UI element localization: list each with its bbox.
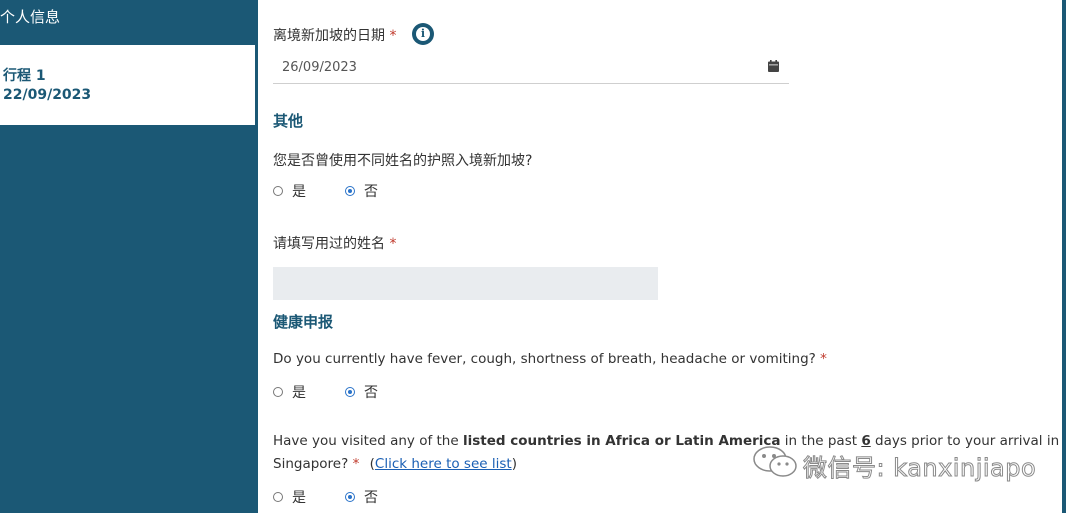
radio-yes-label: 是 bbox=[292, 184, 306, 200]
previous-name-input[interactable] bbox=[273, 267, 658, 300]
health-section-title: 健康申报 bbox=[273, 313, 334, 331]
paren-close: ) bbox=[511, 456, 517, 472]
radio-no-label: 否 bbox=[364, 490, 378, 506]
radio-option-no[interactable]: 否 bbox=[345, 181, 378, 201]
health-question-symptoms: Do you currently have fever, cough, shor… bbox=[273, 351, 827, 367]
travel-question-part1: Have you visited any of the bbox=[273, 433, 463, 449]
trip-name: 行程 1 bbox=[3, 68, 46, 84]
departure-date-value: 26/09/2023 bbox=[282, 60, 357, 75]
radio-yes[interactable] bbox=[273, 387, 283, 397]
departure-date-label: 离境新加坡的日期 * bbox=[273, 25, 396, 45]
calendar-icon[interactable] bbox=[768, 60, 779, 72]
sidebar: 个人信息 行程 1 22/09/2023 bbox=[0, 0, 258, 513]
previous-name-label-text: 请填写用过的姓名 bbox=[273, 236, 385, 252]
watermark-text: 微信号: kanxinjiapo bbox=[802, 454, 1037, 483]
trip-card[interactable]: 行程 1 22/09/2023 bbox=[0, 45, 255, 125]
radio-no-label: 否 bbox=[364, 385, 378, 401]
required-mark: * bbox=[352, 456, 360, 472]
required-mark: * bbox=[820, 351, 827, 367]
required-mark: * bbox=[389, 28, 397, 44]
content-border bbox=[1062, 0, 1066, 513]
other-passport-question: 您是否曾使用不同姓名的护照入境新加坡? bbox=[273, 153, 533, 169]
radio-yes-label: 是 bbox=[292, 490, 306, 506]
radio-option-yes[interactable]: 是 bbox=[273, 382, 306, 402]
info-icon[interactable]: i bbox=[412, 23, 434, 45]
radio-no-label: 否 bbox=[364, 184, 378, 200]
see-list-link[interactable]: Click here to see list bbox=[375, 456, 512, 472]
wechat-icon bbox=[753, 446, 797, 477]
health-question-symptoms-text: Do you currently have fever, cough, shor… bbox=[273, 351, 816, 367]
previous-name-label: 请填写用过的姓名 * bbox=[273, 233, 396, 253]
radio-no[interactable] bbox=[345, 387, 355, 397]
radio-option-yes[interactable]: 是 bbox=[273, 487, 306, 507]
form-main: 离境新加坡的日期 * i 26/09/2023 其他 您是否曾使用不同姓名的护照… bbox=[273, 0, 1060, 513]
health-question-travel-line2: Singapore? * (Click here to see list) bbox=[273, 456, 517, 472]
radio-option-no[interactable]: 否 bbox=[345, 382, 378, 402]
radio-yes-label: 是 bbox=[292, 385, 306, 401]
travel-question-line2: Singapore? bbox=[273, 456, 349, 472]
travel-question-part3: days prior to your arrival in bbox=[870, 433, 1060, 449]
travel-question-days: 6 bbox=[861, 433, 871, 449]
radio-yes[interactable] bbox=[273, 492, 283, 502]
info-icon-glyph: i bbox=[416, 27, 430, 41]
radio-no[interactable] bbox=[345, 492, 355, 502]
trip-date: 22/09/2023 bbox=[3, 87, 92, 103]
radio-option-no[interactable]: 否 bbox=[345, 487, 378, 507]
radio-yes[interactable] bbox=[273, 186, 283, 196]
required-mark: * bbox=[389, 236, 397, 252]
radio-no[interactable] bbox=[345, 186, 355, 196]
sidebar-heading[interactable]: 个人信息 bbox=[0, 6, 60, 27]
departure-date-field[interactable]: 26/09/2023 bbox=[273, 52, 789, 84]
health-question-travel-line1: Have you visited any of the listed count… bbox=[273, 433, 1059, 449]
travel-question-bold: listed countries in Africa or Latin Amer… bbox=[462, 433, 781, 449]
departure-date-label-text: 离境新加坡的日期 bbox=[273, 28, 385, 44]
other-section-title: 其他 bbox=[273, 112, 304, 130]
radio-option-yes[interactable]: 是 bbox=[273, 181, 306, 201]
